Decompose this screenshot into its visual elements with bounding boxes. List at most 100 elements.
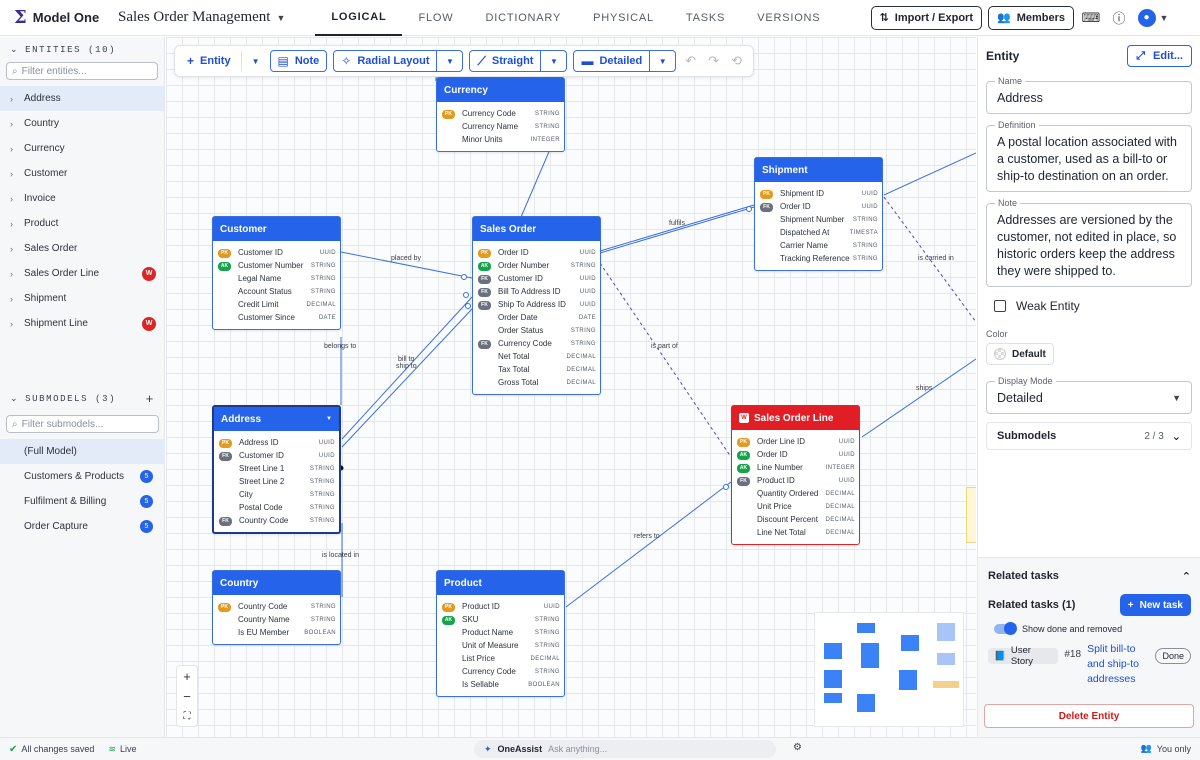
- filter-submodels-input[interactable]: ⌕ Filter submodels...: [6, 415, 159, 433]
- undo-icon[interactable]: ↶: [682, 53, 699, 69]
- attribute-row[interactable]: Is Sellable BOOLEAN: [442, 678, 560, 691]
- tab-physical[interactable]: PHYSICAL: [577, 0, 670, 36]
- tab-dictionary[interactable]: DICTIONARY: [469, 0, 577, 36]
- entity-card-sales-order-line[interactable]: W Sales Order Line PK Order Line ID UUID AK Or…: [731, 405, 860, 545]
- task-title-link[interactable]: Split bill-to and ship-to addresses: [1087, 642, 1149, 687]
- redo-icon[interactable]: ↷: [705, 53, 722, 69]
- weak-entity-checkbox[interactable]: Weak Entity: [994, 299, 1184, 313]
- note-card-partial[interactable]: [966, 487, 976, 543]
- sidebar-submodel-item[interactable]: Customers & Products 5: [0, 464, 165, 489]
- attribute-row[interactable]: PK Address ID UUID: [219, 436, 335, 449]
- entity-card-header[interactable]: Country: [213, 571, 340, 595]
- entity-card-header[interactable]: Shipment: [755, 158, 882, 182]
- add-entity-button[interactable]: + Entity: [183, 54, 235, 68]
- task-item[interactable]: 📘 User Story #18 Split bill-to and ship-…: [978, 642, 1200, 687]
- attribute-row[interactable]: Product Name STRING: [442, 626, 560, 639]
- attribute-row[interactable]: Customer Since DATE: [218, 311, 336, 324]
- attribute-row[interactable]: FK Bill To Address ID UUID: [478, 285, 596, 298]
- display-mode-select[interactable]: Display Mode Detailed ▼: [986, 376, 1192, 414]
- attribute-row[interactable]: FK Customer ID UUID: [478, 272, 596, 285]
- attribute-row[interactable]: Account Status STRING: [218, 285, 336, 298]
- sidebar-entity-item[interactable]: › Sales Order: [0, 236, 164, 261]
- attribute-row[interactable]: Net Total DECIMAL: [478, 350, 596, 363]
- members-button[interactable]: 👥 Members: [988, 5, 1074, 30]
- sidebar-entity-item[interactable]: › Customer: [0, 161, 164, 186]
- sidebar-entity-item[interactable]: › Product: [0, 211, 164, 236]
- entity-card-sales-order[interactable]: Sales Order PK Order ID UUID AK Order Number S…: [472, 216, 601, 395]
- color-picker-button[interactable]: Default: [986, 343, 1054, 365]
- submodels-accordion[interactable]: Submodels 2 / 3 ⌄: [986, 422, 1192, 450]
- attribute-row[interactable]: List Price DECIMAL: [442, 652, 560, 665]
- attribute-row[interactable]: Legal Name STRING: [218, 272, 336, 285]
- attribute-row[interactable]: Credit Limit DECIMAL: [218, 298, 336, 311]
- sidebar-entity-item[interactable]: › Shipment Line W: [0, 311, 164, 336]
- minimap[interactable]: [814, 612, 964, 727]
- attribute-row[interactable]: Gross Total DECIMAL: [478, 376, 596, 389]
- entities-section-header[interactable]: ⌄ ENTITIES (10): [0, 40, 164, 60]
- layout-dropdown[interactable]: ▼: [436, 51, 462, 71]
- display-button[interactable]: ▬ Detailed: [574, 54, 649, 68]
- add-note-button[interactable]: ▤ Note: [269, 50, 328, 72]
- attribute-row[interactable]: Order Date DATE: [478, 311, 596, 324]
- related-tasks-header[interactable]: Related tasks ⌃: [978, 558, 1200, 594]
- attribute-row[interactable]: Postal Code STRING: [219, 501, 335, 514]
- attribute-row[interactable]: AK Order Number STRING: [478, 259, 596, 272]
- sidebar-entity-item[interactable]: › Shipment: [0, 286, 164, 311]
- attribute-row[interactable]: AK SKU STRING: [442, 613, 560, 626]
- help-icon[interactable]: ⓘ: [1108, 7, 1130, 29]
- entity-card-header[interactable]: Address ▼: [214, 407, 339, 431]
- line-style-button[interactable]: ⟋ Straight: [470, 54, 540, 69]
- edit-entity-button[interactable]: ⤢ Edit...: [1127, 45, 1192, 67]
- attribute-row[interactable]: PK Currency Code STRING: [442, 107, 560, 120]
- attribute-row[interactable]: Shipment Number STRING: [760, 213, 878, 226]
- attribute-row[interactable]: Street Line 1 STRING: [219, 462, 335, 475]
- note-field[interactable]: Note Addresses are versioned by the cust…: [986, 198, 1192, 287]
- attribute-row[interactable]: Order Status STRING: [478, 324, 596, 337]
- attribute-row[interactable]: Tracking Reference STRING: [760, 252, 878, 265]
- tab-flow[interactable]: FLOW: [402, 0, 469, 36]
- sidebar-entity-item[interactable]: › Sales Order Line W: [0, 261, 164, 286]
- attribute-row[interactable]: AK Customer Number STRING: [218, 259, 336, 272]
- tab-versions[interactable]: VERSIONS: [741, 0, 836, 36]
- attribute-row[interactable]: PK Order ID UUID: [478, 246, 596, 259]
- caret-down-icon[interactable]: ▼: [326, 416, 332, 422]
- entity-card-country[interactable]: Country PK Country Code STRING Country Name S…: [212, 570, 341, 645]
- sidebar-entity-item[interactable]: › Invoice: [0, 186, 164, 211]
- attribute-row[interactable]: AK Order ID UUID: [737, 448, 855, 461]
- task-status-badge[interactable]: Done: [1155, 648, 1191, 664]
- display-dropdown[interactable]: ▼: [649, 51, 675, 71]
- add-submodel-icon[interactable]: +: [146, 392, 155, 407]
- layout-button[interactable]: ✧ Radial Layout: [334, 54, 436, 68]
- attribute-row[interactable]: FK Order ID UUID: [760, 200, 878, 213]
- attribute-row[interactable]: Street Line 2 STRING: [219, 475, 335, 488]
- attribute-row[interactable]: Currency Code STRING: [442, 665, 560, 678]
- sidebar-submodel-item[interactable]: Order Capture 5: [0, 514, 165, 539]
- attribute-row[interactable]: FK Customer ID UUID: [219, 449, 335, 462]
- attribute-row[interactable]: Carrier Name STRING: [760, 239, 878, 252]
- attribute-row[interactable]: City STRING: [219, 488, 335, 501]
- attribute-row[interactable]: Line Net Total DECIMAL: [737, 526, 855, 539]
- attribute-row[interactable]: PK Country Code STRING: [218, 600, 336, 613]
- attribute-row[interactable]: FK Currency Code STRING: [478, 337, 596, 350]
- fit-screen-button[interactable]: ⛶: [184, 706, 191, 726]
- entity-card-product[interactable]: Product PK Product ID UUID AK SKU STRING Produc…: [436, 570, 565, 697]
- attribute-row[interactable]: Minor Units INTEGER: [442, 133, 560, 146]
- gear-icon[interactable]: ⚙: [793, 742, 802, 753]
- delete-entity-button[interactable]: Delete Entity: [984, 704, 1194, 728]
- keyboard-icon[interactable]: ⌨: [1080, 7, 1102, 29]
- attribute-row[interactable]: PK Shipment ID UUID: [760, 187, 878, 200]
- attribute-row[interactable]: Is EU Member BOOLEAN: [218, 626, 336, 639]
- attribute-row[interactable]: AK Line Number INTEGER: [737, 461, 855, 474]
- model-title-dropdown[interactable]: Sales Order Management ▼: [118, 9, 285, 26]
- attribute-row[interactable]: Country Name STRING: [218, 613, 336, 626]
- attribute-row[interactable]: Unit Price DECIMAL: [737, 500, 855, 513]
- tab-tasks[interactable]: TASKS: [670, 0, 741, 36]
- account-menu[interactable]: ● ▼: [1136, 7, 1170, 29]
- entity-card-header[interactable]: Currency: [437, 78, 564, 102]
- attribute-row[interactable]: Tax Total DECIMAL: [478, 363, 596, 376]
- import-export-button[interactable]: ⇅ Import / Export: [870, 5, 982, 30]
- entity-card-header[interactable]: Sales Order: [473, 217, 600, 241]
- diagram-canvas[interactable]: placed by fulfils is carried in belongs …: [166, 37, 976, 737]
- sidebar-submodel-item[interactable]: Fulfilment & Billing 5: [0, 489, 165, 514]
- attribute-row[interactable]: FK Product ID UUID: [737, 474, 855, 487]
